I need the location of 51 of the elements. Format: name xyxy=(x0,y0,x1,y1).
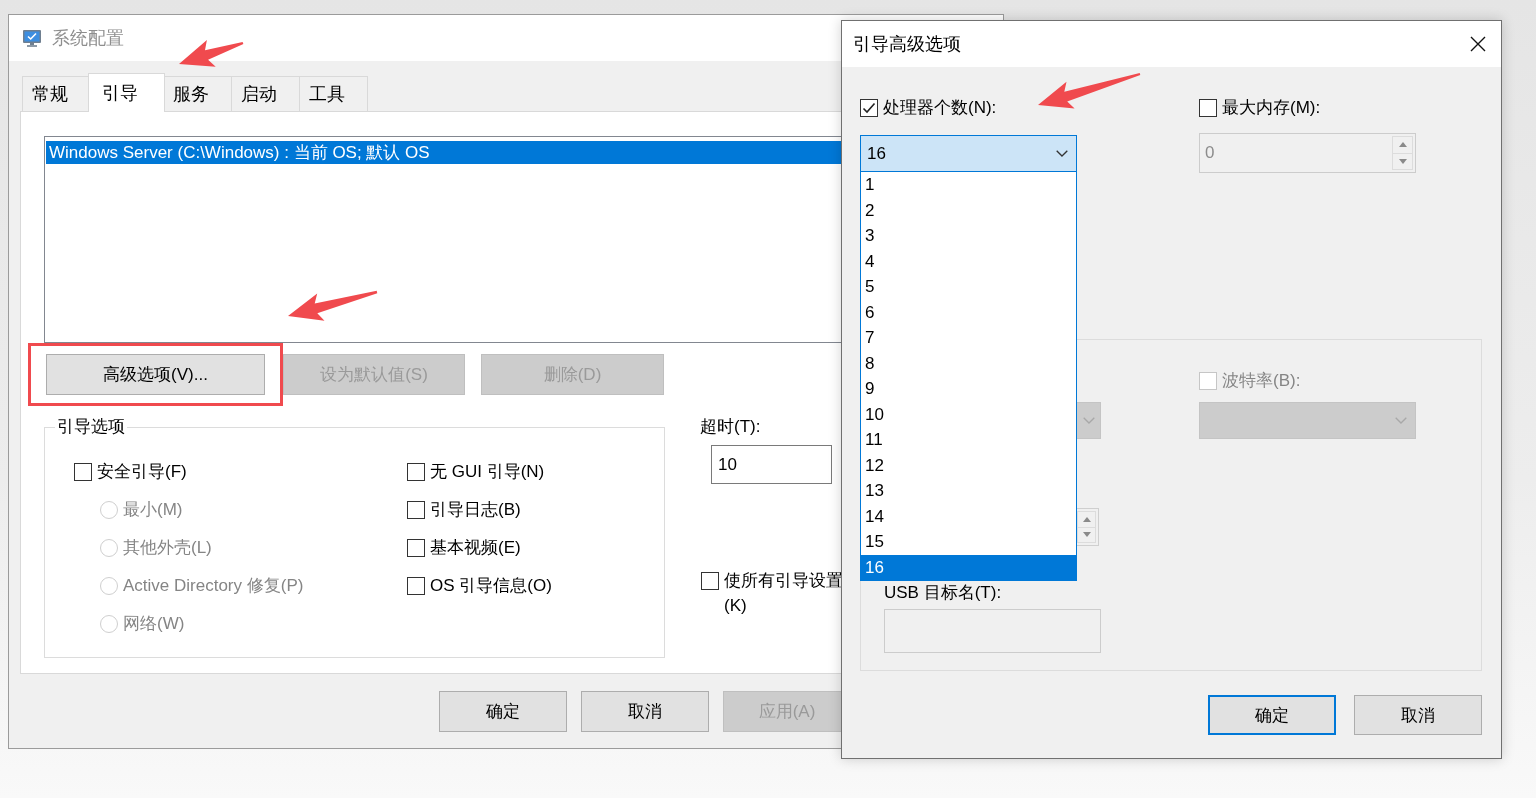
dialog-button[interactable]: 取消 xyxy=(1354,695,1482,735)
processor-count-dropdown[interactable]: 16 xyxy=(860,135,1077,172)
group-label: 引导选项 xyxy=(56,417,126,437)
checkmark-icon xyxy=(862,102,876,114)
field-label: USB 目标名(T): xyxy=(884,583,1002,603)
chevron-down-icon xyxy=(1056,150,1068,157)
tab[interactable]: 引导 xyxy=(88,73,165,112)
checkbox[interactable] xyxy=(860,99,878,117)
tab[interactable]: 工具 xyxy=(299,76,368,111)
dropdown-option[interactable]: 14 xyxy=(861,503,1076,529)
dropdown-option[interactable]: 11 xyxy=(861,427,1076,453)
dropdown-option[interactable]: 8 xyxy=(861,350,1076,376)
checkbox-label[interactable]: 基本视频(E) xyxy=(430,537,521,559)
dropdown-option[interactable]: 9 xyxy=(861,376,1076,402)
dialog-button[interactable]: 确定 xyxy=(1208,695,1336,735)
window-title: 系统配置 xyxy=(52,27,124,49)
action-button[interactable]: 高级选项(V)... xyxy=(46,354,265,395)
monitor-icon xyxy=(22,28,42,48)
checkbox-label[interactable]: OS 引导信息(O) xyxy=(430,575,552,597)
dropdown-option[interactable]: 15 xyxy=(861,529,1076,555)
dropdown-option[interactable]: 12 xyxy=(861,452,1076,478)
close-icon xyxy=(1470,36,1486,52)
checkbox[interactable] xyxy=(407,501,425,519)
dialog-title: 引导高级选项 xyxy=(853,33,961,55)
dialog-button[interactable]: 确定 xyxy=(439,691,567,732)
checkbox-label[interactable]: 无 GUI 引导(N) xyxy=(430,461,545,483)
checkbox-label[interactable]: 引导日志(B) xyxy=(430,499,521,521)
checkbox[interactable] xyxy=(74,463,92,481)
annotation-arrow-icon xyxy=(1038,72,1141,109)
timeout-label: 超时(T): xyxy=(700,417,761,437)
dropdown-option[interactable]: 10 xyxy=(861,401,1076,427)
timeout-field[interactable]: 10 xyxy=(711,445,832,484)
checkbox-label[interactable]: 安全引导(F) xyxy=(97,461,187,483)
checkbox-label[interactable]: 使所有引导设置 (K) xyxy=(724,568,843,618)
down-triangle-icon xyxy=(1398,158,1407,164)
checkbox[interactable] xyxy=(407,539,425,557)
tab[interactable]: 常规 xyxy=(22,76,91,111)
checkbox[interactable] xyxy=(701,572,719,590)
dialog-button[interactable]: 取消 xyxy=(581,691,709,732)
annotation-arrow-icon xyxy=(288,290,378,321)
chevron-down-icon xyxy=(1395,417,1407,424)
dropdown-option[interactable]: 13 xyxy=(861,478,1076,504)
checkbox-label[interactable]: 处理器个数(N): xyxy=(883,97,997,119)
chevron-down-icon xyxy=(1082,417,1095,424)
dropdown-option[interactable]: 16 xyxy=(861,554,1076,580)
up-triangle-icon xyxy=(1082,516,1091,522)
up-triangle-icon xyxy=(1398,142,1407,148)
annotation-arrow-icon xyxy=(179,40,244,67)
checkbox[interactable] xyxy=(407,463,425,481)
checkbox[interactable] xyxy=(407,577,425,595)
down-triangle-icon xyxy=(1082,532,1091,538)
